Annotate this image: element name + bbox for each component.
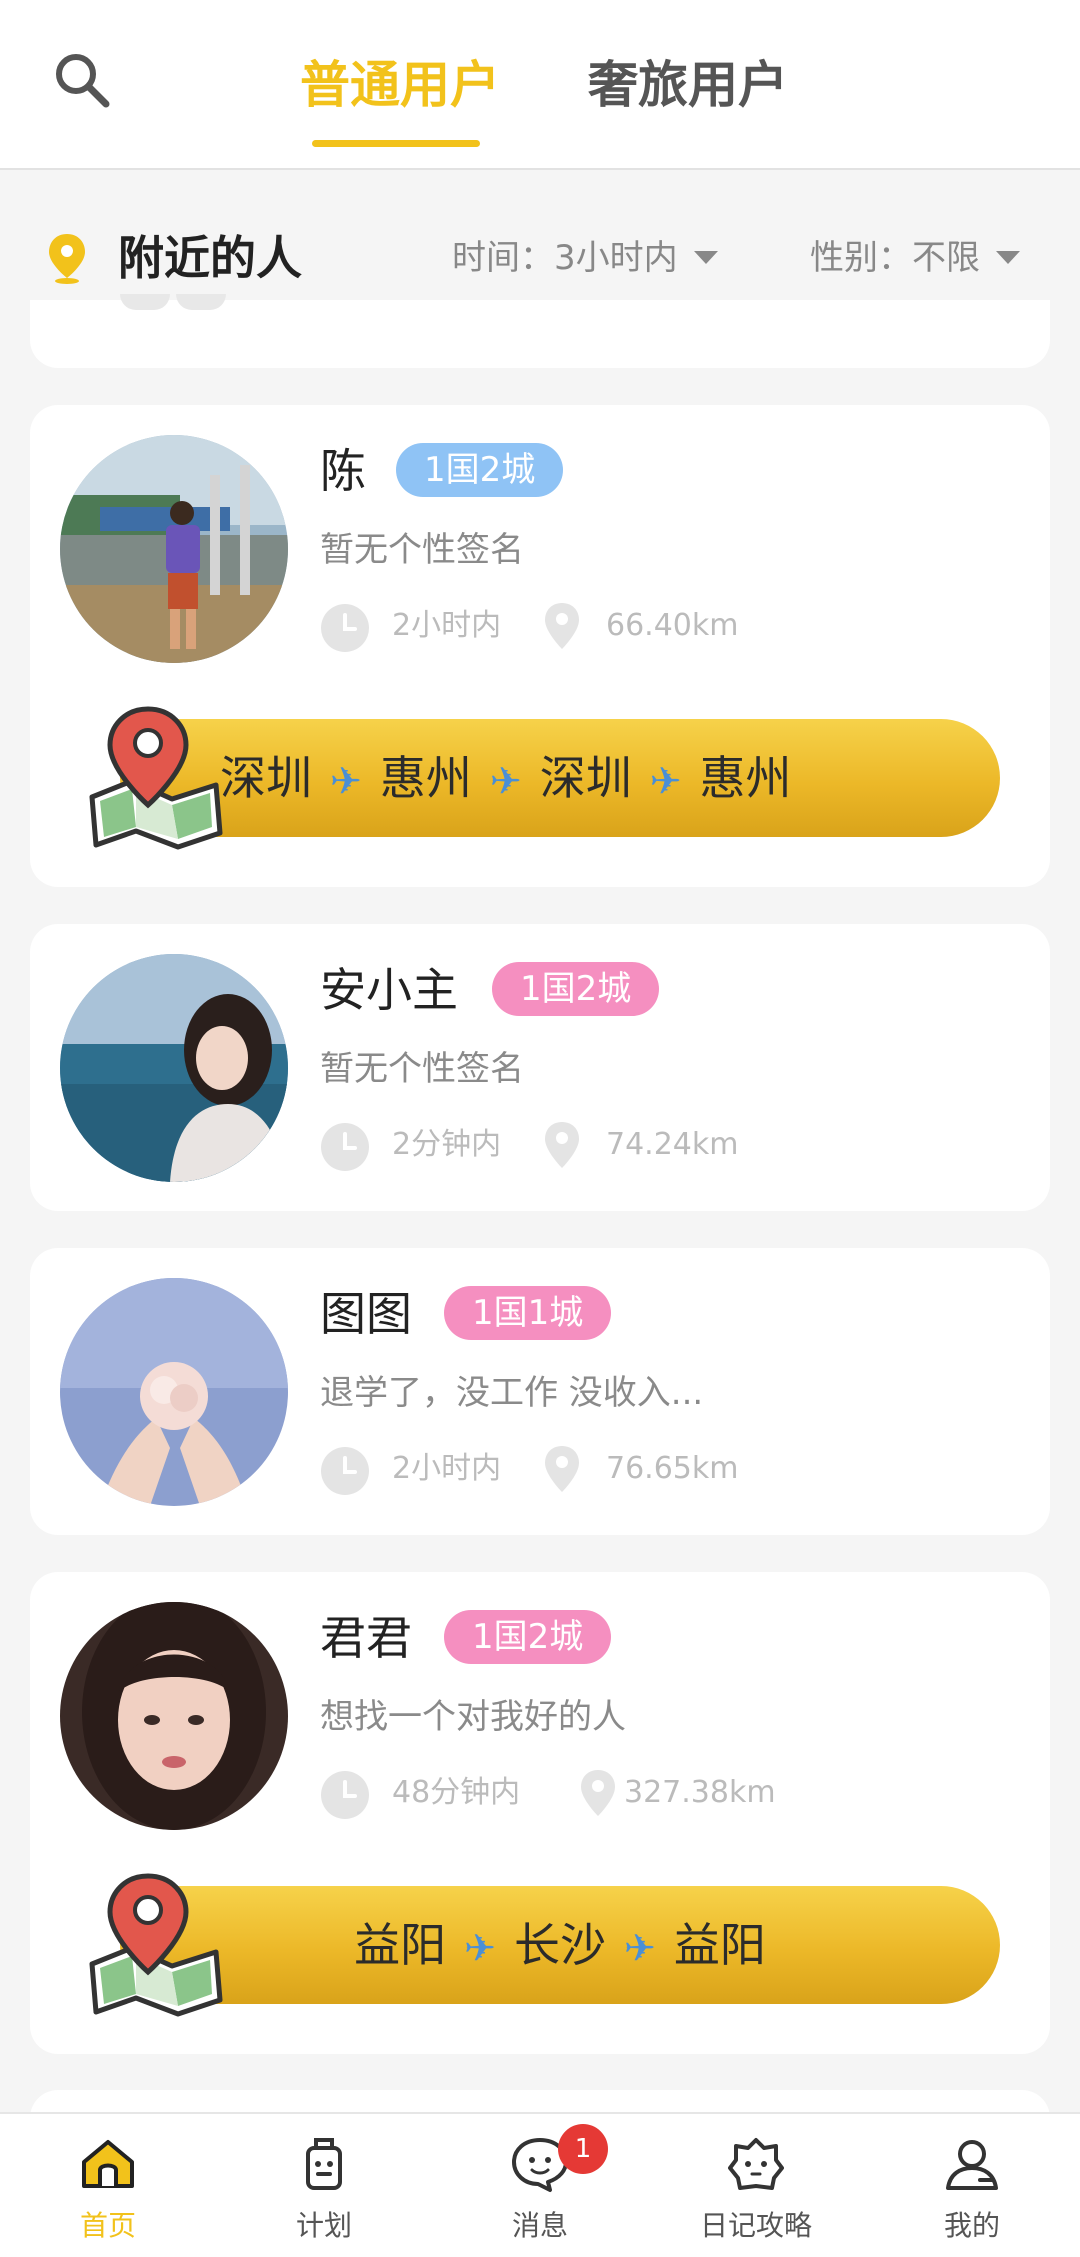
chevron-down-icon [996, 251, 1020, 264]
clock-icon [320, 1770, 370, 1820]
tab-normal-users[interactable]: 普通用户 [300, 50, 500, 120]
route-text: 深圳 ✈ 惠州 ✈ 深圳 ✈ 惠州 [220, 719, 980, 837]
route-city: 长沙 [514, 1918, 606, 1972]
luggage-icon [294, 2134, 354, 2194]
route-city: 深圳 [220, 751, 312, 805]
travel-badge: 1国1城 [444, 1286, 612, 1340]
user-signature: 暂无个性签名 [320, 530, 524, 570]
user-profile-icon [942, 2134, 1002, 2194]
gender-filter-label: 性别：不限 [810, 238, 980, 278]
travel-badge: 1国2城 [492, 962, 660, 1016]
last-active-time: 2分钟内 [392, 1127, 502, 1162]
nav-mine[interactable]: 我的 [864, 2114, 1080, 2257]
nav-diary-label: 日记攻略 [699, 2209, 812, 2242]
user-signature: 退学了，没工作 没收入... [320, 1373, 704, 1413]
distance: 66.40km [606, 608, 739, 643]
filter-bar: 附近的人 时间：3小时内 性别：不限 [0, 172, 1080, 312]
distance: 76.65km [606, 1451, 739, 1486]
gender-filter-dropdown[interactable]: 性别：不限 [810, 228, 1020, 288]
airplane-icon: ✈ [464, 1926, 496, 1970]
airplane-icon: ✈ [649, 759, 682, 803]
route-city: 益阳 [673, 1918, 766, 1972]
distance-pin-icon [542, 1444, 582, 1496]
distance: 74.24km [606, 1127, 739, 1162]
route-city: 惠州 [699, 751, 792, 805]
nav-plan-label: 计划 [295, 2209, 352, 2242]
avatar-partial [176, 294, 226, 310]
distance-pin-icon [542, 1120, 582, 1172]
travel-route-banner[interactable]: 深圳 ✈ 惠州 ✈ 深圳 ✈ 惠州 [80, 705, 1000, 850]
user-signature: 想找一个对我好的人 [320, 1697, 626, 1737]
avatar[interactable] [60, 435, 288, 663]
top-bar: 普通用户 奢旅用户 [0, 0, 1080, 170]
location-pin-icon [46, 232, 88, 284]
nav-home[interactable]: 首页 [0, 2114, 216, 2257]
clock-icon [320, 1446, 370, 1496]
active-tab-indicator [312, 140, 480, 147]
map-pin-icon [80, 705, 230, 855]
unread-badge: 1 [558, 2124, 608, 2174]
user-name: 安小主 [320, 963, 458, 1017]
distance: 327.38km [624, 1775, 776, 1810]
clock-icon [320, 1122, 370, 1172]
chevron-down-icon [693, 251, 718, 264]
last-active-time: 2小时内 [392, 1451, 502, 1486]
route-city: 深圳 [539, 751, 632, 805]
nav-diary[interactable]: 日记攻略 [648, 2114, 864, 2257]
search-icon[interactable] [52, 50, 112, 110]
user-name: 陈 [320, 444, 366, 498]
airplane-icon: ✈ [624, 1926, 656, 1970]
distance-pin-icon [578, 1768, 618, 1820]
avatar[interactable] [60, 1278, 288, 1506]
travel-route-banner[interactable]: 益阳 ✈ 长沙 ✈ 益阳 [80, 1872, 1000, 2017]
airplane-icon: ✈ [489, 759, 522, 803]
nav-mine-label: 我的 [943, 2209, 1000, 2242]
airplane-icon: ✈ [330, 759, 362, 803]
travel-badge: 1国2城 [396, 443, 564, 497]
distance-pin-icon [542, 601, 582, 653]
nav-plan[interactable]: 计划 [216, 2114, 432, 2257]
nav-home-label: 首页 [79, 2209, 136, 2242]
travel-badge: 1国2城 [444, 1610, 612, 1664]
diary-face-icon [726, 2134, 786, 2194]
route-city: 益阳 [354, 1918, 447, 1972]
route-city: 惠州 [379, 751, 472, 805]
user-card[interactable]: 图图 1国1城 退学了，没工作 没收入... 2小时内 76.65km [30, 1248, 1050, 1535]
user-card[interactable]: 君君 1国2城 想找一个对我好的人 48分钟内 327.38km 益阳 ✈ 长沙 ✈ 益… [30, 1572, 1050, 2054]
user-signature: 暂无个性签名 [320, 1049, 524, 1089]
user-card[interactable]: 安小主 1国2城 暂无个性签名 2分钟内 74.24km [30, 924, 1050, 1211]
map-pin-icon [80, 1872, 230, 2022]
user-card[interactable]: 陈 1国2城 暂无个性签名 2小时内 66.40km 深圳 ✈ 惠州 ✈ 深圳 ✈ 惠州 [30, 405, 1050, 887]
tab-luxury-users[interactable]: 奢旅用户 [588, 50, 788, 120]
user-card-partial[interactable] [30, 294, 1050, 368]
nearby-title: 附近的人 [118, 231, 302, 285]
home-icon [78, 2134, 138, 2194]
last-active-time: 2小时内 [392, 608, 502, 643]
nav-messages[interactable]: 1 消息 [432, 2114, 648, 2257]
nav-messages-label: 消息 [511, 2209, 568, 2242]
time-filter-label: 时间：3小时内 [452, 238, 678, 278]
bottom-nav: 首页 计划 1 消息 日记攻略 我的 [0, 2112, 1080, 2257]
avatar[interactable] [60, 954, 288, 1182]
avatar-partial [120, 294, 170, 310]
route-text: 益阳 ✈ 长沙 ✈ 益阳 [220, 1886, 900, 2004]
last-active-time: 48分钟内 [392, 1775, 521, 1810]
time-filter-dropdown[interactable]: 时间：3小时内 [452, 228, 718, 288]
avatar[interactable] [60, 1602, 288, 1830]
clock-icon [320, 603, 370, 653]
user-name: 君君 [320, 1611, 412, 1665]
user-name: 图图 [320, 1287, 412, 1341]
